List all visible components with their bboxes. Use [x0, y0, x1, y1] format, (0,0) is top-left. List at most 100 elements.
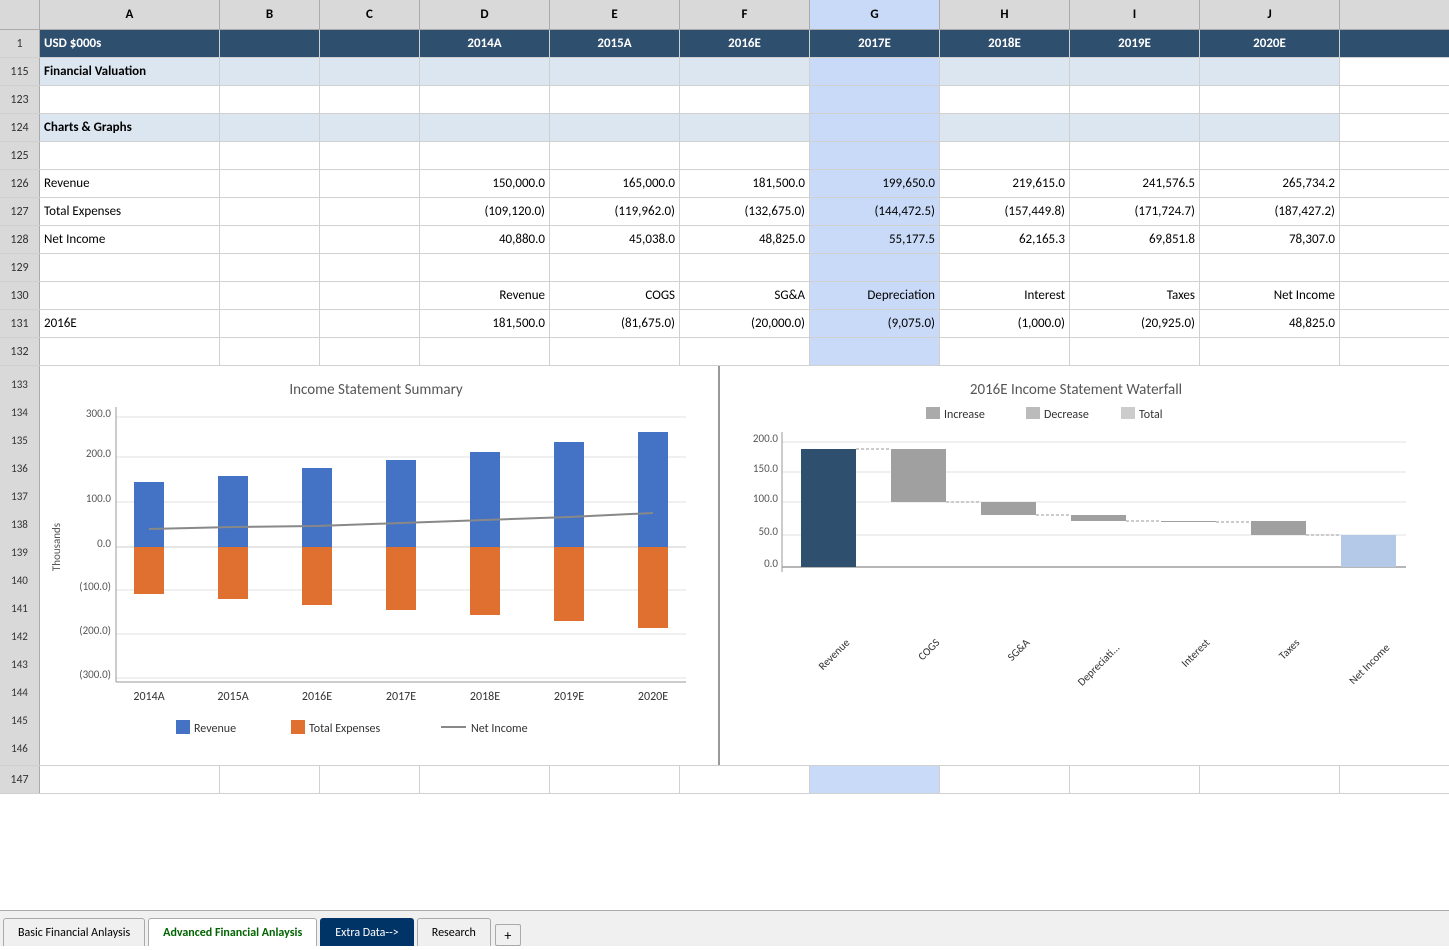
col-header-e[interactable]: E — [550, 0, 680, 29]
cell-j131[interactable]: 48,825.0 — [1200, 310, 1340, 337]
cell-i1[interactable]: 2019E — [1070, 30, 1200, 57]
col-header-j[interactable]: J — [1200, 0, 1340, 29]
cell-a128[interactable]: Net Income — [40, 226, 220, 253]
col-header-h[interactable]: H — [940, 0, 1070, 29]
cell-a131[interactable]: 2016E — [40, 310, 220, 337]
cell-g127[interactable]: (144,472.5) — [810, 198, 940, 225]
cell-h131[interactable]: (1,000.0) — [940, 310, 1070, 337]
cell-g125 — [810, 142, 940, 169]
cell-f127[interactable]: (132,675.0) — [680, 198, 810, 225]
row-num-138: 138 — [11, 510, 28, 538]
cell-f123 — [680, 86, 810, 113]
cell-g132 — [810, 338, 940, 365]
svg-text:150.0: 150.0 — [753, 462, 779, 475]
svg-text:50.0: 50.0 — [758, 525, 778, 538]
legend-decrease-box — [1026, 407, 1040, 419]
cell-i130[interactable]: Taxes — [1070, 282, 1200, 309]
cell-e1[interactable]: 2015A — [550, 30, 680, 57]
cell-d127[interactable]: (109,120.0) — [420, 198, 550, 225]
svg-text:300.0: 300.0 — [86, 407, 112, 420]
cell-i123 — [1070, 86, 1200, 113]
bar-revenue-2015 — [218, 476, 248, 547]
cell-e127[interactable]: (119,962.0) — [550, 198, 680, 225]
col-header-g[interactable]: G — [810, 0, 940, 29]
row-num-146: 146 — [11, 734, 28, 762]
cell-e131[interactable]: (81,675.0) — [550, 310, 680, 337]
row-147: 147 — [0, 766, 1449, 794]
cell-a1[interactable]: USD $000s — [40, 30, 220, 57]
cell-h125 — [940, 142, 1070, 169]
cell-f124 — [680, 114, 810, 141]
cell-h128[interactable]: 62,165.3 — [940, 226, 1070, 253]
svg-text:0.0: 0.0 — [97, 537, 111, 550]
cell-f128[interactable]: 48,825.0 — [680, 226, 810, 253]
legend-expenses-box — [291, 720, 305, 734]
cell-a127[interactable]: Total Expenses — [40, 198, 220, 225]
col-header-f[interactable]: F — [680, 0, 810, 29]
cell-i132 — [1070, 338, 1200, 365]
cell-h1[interactable]: 2018E — [940, 30, 1070, 57]
cell-g115 — [810, 58, 940, 85]
tab-add-button[interactable]: + — [495, 924, 521, 946]
cell-f131[interactable]: (20,000.0) — [680, 310, 810, 337]
svg-text:200.0: 200.0 — [86, 447, 112, 460]
bar-revenue-2014 — [134, 482, 164, 547]
cell-h129 — [940, 254, 1070, 281]
cell-d128[interactable]: 40,880.0 — [420, 226, 550, 253]
cell-g128[interactable]: 55,177.5 — [810, 226, 940, 253]
cell-i126[interactable]: 241,576.5 — [1070, 170, 1200, 197]
cell-a126[interactable]: Revenue — [40, 170, 220, 197]
cell-h126[interactable]: 219,615.0 — [940, 170, 1070, 197]
cell-f130[interactable]: SG&A — [680, 282, 810, 309]
cell-a115: Financial Valuation — [40, 58, 220, 85]
cell-b130 — [220, 282, 320, 309]
cell-d125 — [420, 142, 550, 169]
cell-e128[interactable]: 45,038.0 — [550, 226, 680, 253]
cell-e130[interactable]: COGS — [550, 282, 680, 309]
cell-j126[interactable]: 265,734.2 — [1200, 170, 1340, 197]
svg-text:Interest: Interest — [1179, 636, 1213, 670]
tab-extra-data[interactable]: Extra Data--> — [320, 918, 413, 946]
tab-basic-financial[interactable]: Basic Financial Anlaysis — [3, 918, 145, 946]
svg-text:2016E: 2016E — [302, 690, 332, 704]
cell-i127[interactable]: (171,724.7) — [1070, 198, 1200, 225]
cell-d124 — [420, 114, 550, 141]
cell-j130[interactable]: Net Income — [1200, 282, 1340, 309]
cell-j127[interactable]: (187,427.2) — [1200, 198, 1340, 225]
row-num-132: 132 — [0, 338, 40, 365]
cell-a123 — [40, 86, 220, 113]
cell-g130[interactable]: Depreciation — [810, 282, 940, 309]
row-num-129: 129 — [0, 254, 40, 281]
bar-expenses-2019 — [554, 547, 584, 621]
cell-h127[interactable]: (157,449.8) — [940, 198, 1070, 225]
cell-e126[interactable]: 165,000.0 — [550, 170, 680, 197]
cell-d131[interactable]: 181,500.0 — [420, 310, 550, 337]
cell-d1[interactable]: 2014A — [420, 30, 550, 57]
col-header-c[interactable]: C — [320, 0, 420, 29]
cell-c125 — [320, 142, 420, 169]
col-header-b[interactable]: B — [220, 0, 320, 29]
svg-text:2014A: 2014A — [133, 690, 164, 704]
cell-i128[interactable]: 69,851.8 — [1070, 226, 1200, 253]
cell-j1[interactable]: 2020E — [1200, 30, 1340, 57]
cell-a132 — [40, 338, 220, 365]
cell-d126[interactable]: 150,000.0 — [420, 170, 550, 197]
col-header-a[interactable]: A — [40, 0, 220, 29]
cell-f126[interactable]: 181,500.0 — [680, 170, 810, 197]
cell-j128[interactable]: 78,307.0 — [1200, 226, 1340, 253]
tab-research[interactable]: Research — [417, 918, 491, 946]
cell-f1[interactable]: 2016E — [680, 30, 810, 57]
cell-d130[interactable]: Revenue — [420, 282, 550, 309]
cell-g1[interactable]: 2017E — [810, 30, 940, 57]
cell-h130[interactable]: Interest — [940, 282, 1070, 309]
svg-text:200.0: 200.0 — [753, 432, 779, 445]
cell-g131[interactable]: (9,075.0) — [810, 310, 940, 337]
cell-e115 — [550, 58, 680, 85]
cell-i131[interactable]: (20,925.0) — [1070, 310, 1200, 337]
cell-h147 — [940, 766, 1070, 793]
tab-advanced-financial[interactable]: Advanced Financial Anlaysis — [148, 918, 317, 946]
col-header-d[interactable]: D — [420, 0, 550, 29]
col-header-i[interactable]: I — [1070, 0, 1200, 29]
cell-g126[interactable]: 199,650.0 — [810, 170, 940, 197]
cell-c1 — [320, 30, 420, 57]
